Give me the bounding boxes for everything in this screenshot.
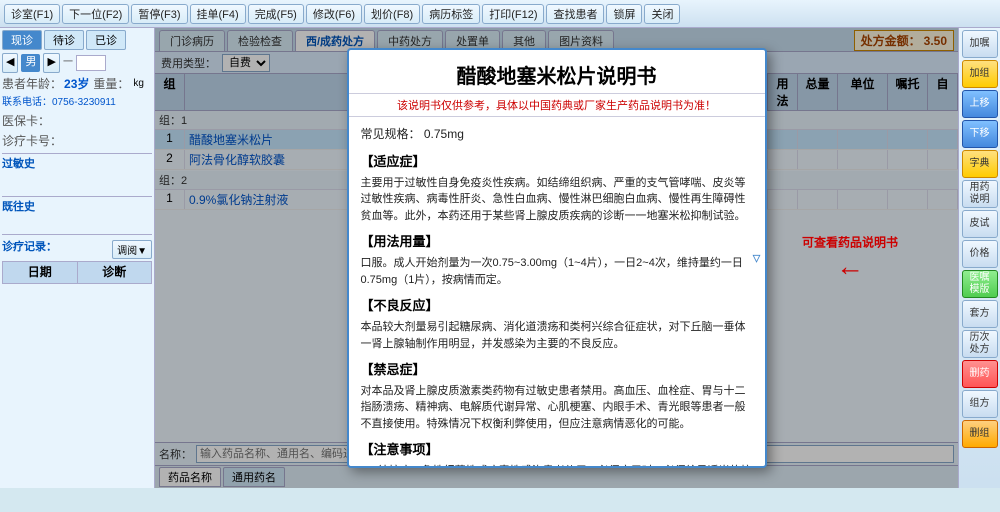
diag-col-date: 日期 [3, 261, 78, 283]
toolbar-btn-lock[interactable]: 锁屏 [606, 4, 642, 24]
modal-section-0: 【适应症】主要用于过敏性自身免疫炎性疾病。如结缔组织病、严重的支气管哮喘、皮炎等… [361, 152, 753, 224]
modal-section-title-3: 【禁忌症】 [361, 360, 753, 381]
scroll-indicator: ▿ [752, 248, 760, 268]
patient-info: ◀ 男 ▶ 一 患者年龄： 23岁 重量： kg 联系电话：0756-32309… [2, 53, 152, 284]
toolbar-btn-f6[interactable]: 修改(F6) [306, 4, 362, 24]
toolbar-btn-close[interactable]: 关闭 [644, 4, 680, 24]
modal-section-title-1: 【用法用量】 [361, 232, 753, 253]
modal-section-2: 【不良反应】本品较大剂量易引起糖尿病、消化道溃疡和类柯兴综合征症状，对下丘脑一垂… [361, 296, 753, 352]
modal-section-content-2: 本品较大剂量易引起糖尿病、消化道溃疡和类柯兴综合征症状，对下丘脑一垂体一肾上腺轴… [361, 319, 753, 352]
health-card-label: 医保卡： [2, 112, 50, 131]
right-btn-3[interactable]: 下移 [962, 120, 998, 148]
right-panel: 加嘱加组上移下移字典用药 说明皮试价格医嘱 模版套方历次 处方删药组方删组 [958, 28, 1000, 488]
right-btn-5[interactable]: 用药 说明 [962, 180, 998, 208]
diag-col-diag: 诊断 [77, 261, 152, 283]
modal-section-content-0: 主要用于过敏性自身免疫炎性疾病。如结缔组织病、严重的支气管哮喘、皮炎等过敏性疾病… [361, 175, 753, 225]
phone-info: 联系电话：0756-3230911 [2, 95, 116, 111]
toolbar-btn-f5[interactable]: 完成(F5) [248, 4, 304, 24]
right-btn-11[interactable]: 删药 [962, 360, 998, 388]
toolbar-btn-f12[interactable]: 打印(F12) [482, 4, 544, 24]
modal-section-content-1: 口服。成人开始剂量为一次0.75~3.00mg（1~4片），一日2~4次，维持量… [361, 255, 753, 288]
toolbar-btn-search[interactable]: 查找患者 [546, 4, 604, 24]
right-btn-13[interactable]: 删组 [962, 420, 998, 448]
right-btn-0[interactable]: 加嘱 [962, 30, 998, 58]
diag-record-label: 诊疗记录： [2, 239, 57, 257]
toolbar-btn-blbq[interactable]: 病历标签 [422, 4, 480, 24]
modal-subtitle: 该说明书仅供参考，具体以中国药典或厂家生产药品说明书为准！ [349, 94, 765, 117]
common-spec-value: 0.75mg [424, 127, 464, 141]
diag-card-label: 诊疗卡号： [2, 132, 62, 151]
right-btn-12[interactable]: 组方 [962, 390, 998, 418]
diag-history-btn[interactable]: 调阅▼ [112, 240, 152, 259]
toolbar-btn-f8[interactable]: 划价(F8) [364, 4, 420, 24]
modal-section-title-4: 【注意事项】 [361, 440, 753, 461]
common-spec-section: 常见规格： 0.75mg [361, 125, 753, 144]
patient-age: 23岁 [64, 75, 89, 94]
modal-section-content-3: 对本品及肾上腺皮质激素类药物有过敏史患者禁用。高血压、血栓症、胃与十二指肠溃疡、… [361, 383, 753, 433]
right-btn-4[interactable]: 字典 [962, 150, 998, 178]
top-toolbar: 诊室(F1) 下一位(F2) 暂停(F3) 挂单(F4) 完成(F5) 修改(F… [0, 0, 1000, 28]
drug-info-modal-overlay: 醋酸地塞米松片说明书 该说明书仅供参考，具体以中国药典或厂家生产药品说明书为准！… [155, 28, 958, 488]
allergy-section: 过敏史 [2, 156, 152, 174]
modal-title: 醋酸地塞米松片说明书 [349, 50, 765, 94]
tab-yizhen[interactable]: 已诊 [86, 30, 126, 50]
modal-section-1: 【用法用量】口服。成人开始剂量为一次0.75~3.00mg（1~4片），一日2~… [361, 232, 753, 288]
common-spec-label: 常见规格： [361, 127, 421, 141]
right-btn-2[interactable]: 上移 [962, 90, 998, 118]
toolbar-btn-f2[interactable]: 下一位(F2) [62, 4, 129, 24]
modal-body: 常见规格： 0.75mg 【适应症】主要用于过敏性自身免疫炎性疾病。如结缔组织病… [349, 117, 765, 466]
visit-tabs: 现诊 待诊 已诊 [2, 30, 152, 50]
weight-label: 重量： [93, 75, 129, 94]
modal-section-3: 【禁忌症】对本品及肾上腺皮质激素类药物有过敏史患者禁用。高血压、血栓症、胃与十二… [361, 360, 753, 432]
drug-info-modal: 醋酸地塞米松片说明书 该说明书仅供参考，具体以中国药典或厂家生产药品说明书为准！… [347, 48, 767, 468]
diag-table: 日期 诊断 [2, 261, 152, 284]
filter-input [76, 55, 106, 71]
center-panel: 门诊病历 检验检查 西/成药处方 中药处方 处置单 其他 图片资料 处方金额： … [155, 28, 958, 488]
tab-daizhen[interactable]: 待诊 [44, 30, 84, 50]
right-btn-7[interactable]: 价格 [962, 240, 998, 268]
right-btn-9[interactable]: 套方 [962, 300, 998, 328]
next-patient-btn[interactable]: ▶ [43, 53, 59, 73]
modal-section-4: 【注意事项】 1、结核病、急性细菌性或病毒性感染患者使用，必须应用时，必须给予适当… [361, 440, 753, 466]
right-btn-8[interactable]: 医嘱 模版 [962, 270, 998, 298]
toolbar-btn-f3[interactable]: 暂停(F3) [131, 4, 187, 24]
right-btn-6[interactable]: 皮试 [962, 210, 998, 238]
modal-section-title-0: 【适应症】 [361, 152, 753, 173]
annotation-arrow: ← [836, 251, 864, 282]
left-panel: 现诊 待诊 已诊 ◀ 男 ▶ 一 患者年龄： 23岁 重量： kg 联系电话：0… [0, 28, 155, 488]
modal-section-title-2: 【不良反应】 [361, 296, 753, 317]
tab-xianzhen[interactable]: 现诊 [2, 30, 42, 50]
annotation-text: 可查看药品说明书 ← [802, 234, 898, 283]
patient-name-label: 患者年龄： [2, 75, 62, 94]
gender-badge: 男 [21, 54, 40, 72]
past-illness-section: 既往史 [2, 199, 152, 217]
toolbar-btn-f4[interactable]: 挂单(F4) [190, 4, 246, 24]
toolbar-btn-f1[interactable]: 诊室(F1) [4, 4, 60, 24]
right-btn-10[interactable]: 历次 处方 [962, 330, 998, 358]
right-btn-1[interactable]: 加组 [962, 60, 998, 88]
prev-patient-btn[interactable]: ◀ [2, 53, 18, 73]
modal-section-content-4: 1、结核病、急性细菌性或病毒性感染患者使用，必须应用时，必须给予适当的抗感染治疗… [361, 463, 753, 466]
